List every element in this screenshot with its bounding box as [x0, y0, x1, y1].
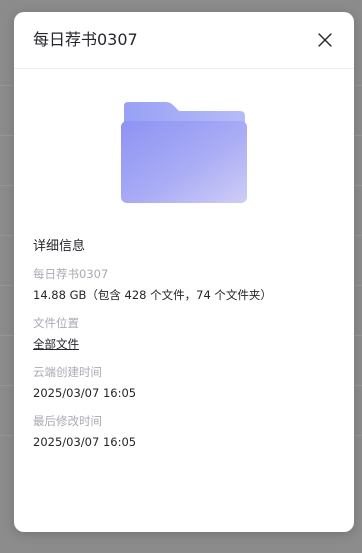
details-section: 详细信息 每日荐书0307 14.88 GB（包含 428 个文件，74 个文件… [33, 238, 333, 462]
modified-field: 最后修改时间 2025/03/07 16:05 [33, 413, 333, 450]
location-link[interactable]: 全部文件 [33, 337, 79, 351]
modified-label: 最后修改时间 [33, 414, 102, 428]
created-value: 2025/03/07 16:05 [33, 386, 137, 400]
created-label: 云端创建时间 [33, 365, 102, 379]
close-button[interactable] [316, 31, 334, 49]
modified-value: 2025/03/07 16:05 [33, 435, 137, 449]
dialog-title: 每日荐书0307 [33, 30, 138, 49]
name-field: 每日荐书0307 14.88 GB（包含 428 个文件，74 个文件夹） [33, 266, 333, 303]
details-heading: 详细信息 [33, 239, 86, 254]
location-field: 文件位置 全部文件 [33, 315, 333, 352]
file-size: 14.88 GB（包含 428 个文件，74 个文件夹） [33, 288, 272, 302]
location-label: 文件位置 [33, 316, 79, 330]
file-details-dialog: 每日荐书0307 详细信息 每日荐书0307 14.88 GB（包含 428 个… [14, 12, 354, 532]
folder-icon [120, 100, 248, 204]
dialog-header: 每日荐书0307 [14, 12, 354, 69]
file-name: 每日荐书0307 [33, 267, 109, 281]
close-icon [318, 33, 332, 47]
created-field: 云端创建时间 2025/03/07 16:05 [33, 364, 333, 401]
